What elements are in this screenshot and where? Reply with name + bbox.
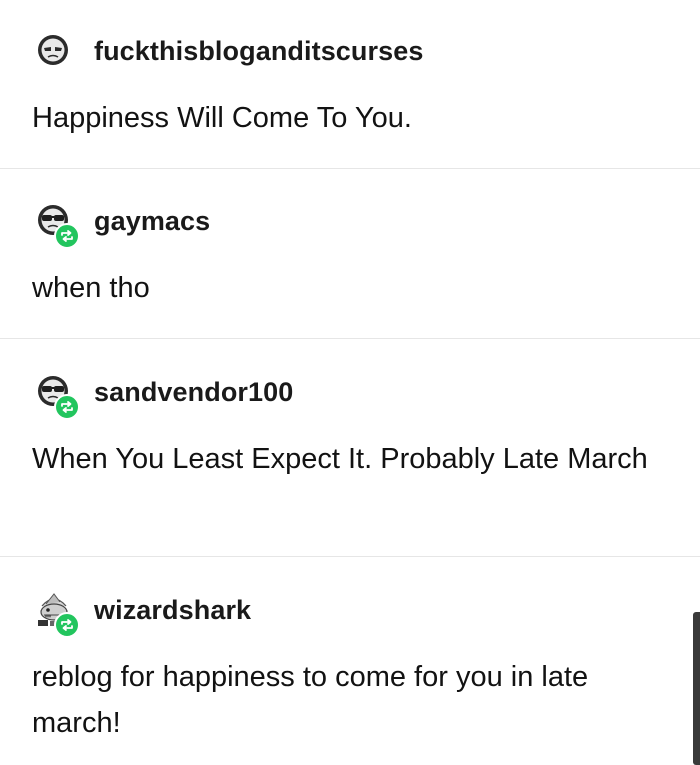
username[interactable]: fuckthisbloganditscurses [94, 36, 423, 67]
post-header: wizardshark [32, 590, 251, 638]
post-text: reblog for happiness to come for you in … [32, 661, 589, 739]
post-header: gaymacs [32, 201, 210, 249]
reblog-badge [54, 394, 80, 420]
reblog-icon [61, 619, 73, 631]
username[interactable]: wizardshark [94, 595, 251, 626]
username[interactable]: sandvendor100 [94, 377, 293, 408]
username[interactable]: gaymacs [94, 206, 210, 237]
avatar[interactable] [32, 31, 72, 71]
scrollbar[interactable] [693, 612, 700, 765]
post-header: fuckthisbloganditscurses [32, 31, 423, 71]
post-divider [0, 338, 700, 339]
avatar[interactable] [32, 372, 80, 420]
avatar[interactable] [32, 590, 80, 638]
post-text: when tho [32, 272, 150, 304]
reblog-badge [54, 223, 80, 249]
grumpy-face-icon [38, 35, 68, 65]
post-divider [0, 556, 700, 557]
post-header: sandvendor100 [32, 372, 293, 420]
reblog-icon [61, 401, 73, 413]
post-text: Happiness Will Come To You. [32, 102, 412, 134]
avatar[interactable] [32, 201, 80, 249]
reblog-icon [61, 230, 73, 242]
post-text: When You Least Expect It. Probably Late … [32, 443, 648, 475]
reblog-badge [54, 612, 80, 638]
post-divider [0, 168, 700, 169]
